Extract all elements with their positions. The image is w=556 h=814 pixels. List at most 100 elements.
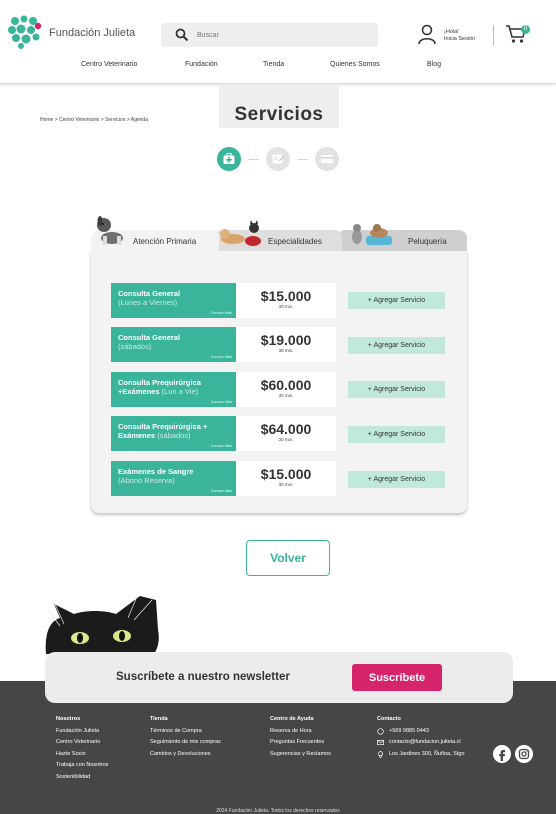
whatsapp-icon	[377, 728, 384, 735]
footer-link[interactable]: Trabaja con Nosotros	[56, 760, 108, 772]
service-price-box: $64.000 30 min.	[236, 416, 336, 451]
medical-bag-icon	[223, 153, 235, 164]
service-card: Consulta Prequirúrgica +Exámenes (Lun a …	[111, 372, 336, 407]
footer-col-ayuda: Centro de Ayuda Reserva de Hora Pregunta…	[270, 714, 331, 760]
footer-col-title: Nosotros	[56, 716, 81, 722]
contact-email-text: contacto@fundacion.julieta.cl	[389, 739, 461, 745]
search-bar[interactable]	[161, 23, 378, 47]
brand-name[interactable]: Fundación Julieta	[49, 27, 135, 39]
service-price-box: $19.000 30 min.	[236, 327, 336, 362]
nav-fundacion[interactable]: Fundación	[185, 61, 218, 68]
page-title: Servicios	[234, 104, 324, 125]
login-link[interactable]: ¡Hola! Inicia Sesión	[444, 29, 475, 43]
footer-link[interactable]: Seguimiento de mis compras	[150, 737, 221, 749]
tab-label: Atención Primaria	[133, 237, 197, 246]
service-title: Exámenes de Sangre	[118, 467, 194, 476]
credit-card-icon	[321, 155, 333, 163]
footer-link[interactable]: Hazte Socio	[56, 749, 108, 761]
nav-tienda[interactable]: Tienda	[263, 61, 284, 68]
footer-link[interactable]: Centro Veterinario	[56, 737, 108, 749]
subscribe-button[interactable]: Suscríbete	[352, 664, 442, 691]
service-price: $19.000	[260, 332, 312, 348]
edit-form-icon	[272, 154, 285, 164]
tab-label: Peluquería	[408, 237, 447, 246]
service-price: $15.000	[260, 288, 312, 304]
conoce-mas-link[interactable]: Conoce Más	[211, 444, 232, 448]
add-service-button[interactable]: + Agregar Servicio	[348, 381, 445, 398]
add-service-button[interactable]: + Agregar Servicio	[348, 426, 445, 443]
conoce-mas-link[interactable]: Conoce Más	[211, 489, 232, 493]
footer-link[interactable]: Cambios y Devoluciones	[150, 749, 221, 761]
nav-blog[interactable]: Blog	[427, 61, 441, 68]
service-title: Consulta General	[118, 289, 181, 298]
nav-quienes-somos[interactable]: Quienes Somos	[330, 61, 380, 68]
breadcrumb[interactable]: Home > Centro Veterinario > Servicios > …	[40, 117, 148, 123]
footer-link[interactable]: Sugerencias y Reclamos	[270, 749, 331, 761]
footer-col-nosotros: Nosotros Fundación Julieta Centro Veteri…	[56, 714, 108, 783]
facebook-icon[interactable]	[493, 745, 511, 763]
service-subtitle: (Abono Reserva)	[118, 476, 175, 485]
nav-centro-veterinario[interactable]: Centro Veterinario	[81, 61, 137, 68]
contact-email[interactable]: contacto@fundacion.julieta.cl	[377, 737, 465, 749]
greeting-text: ¡Hola!	[444, 29, 459, 35]
service-price: $15.000	[260, 466, 312, 482]
service-name: Consulta General (sábados)	[118, 333, 234, 351]
step-form[interactable]	[266, 147, 290, 171]
footer-col-title: Contacto	[377, 716, 401, 722]
service-name: Consulta General (Lunes a Viernes)	[118, 289, 234, 307]
user-icon[interactable]	[417, 24, 437, 44]
conoce-mas-link[interactable]: Conoce Más	[211, 400, 232, 404]
service-info[interactable]: Consulta General (sábados) Conoce Más	[111, 327, 236, 362]
service-info[interactable]: Exámenes de Sangre (Abono Reserva) Conoce…	[111, 461, 236, 496]
service-duration: 30 min.	[278, 393, 294, 398]
contact-phone[interactable]: +569 9885 0443	[377, 726, 465, 738]
service-subtitle: (sábados)	[118, 342, 152, 351]
service-card: Consulta Prequirúrgica + Exámenes (sábad…	[111, 416, 336, 451]
service-duration: 30 min.	[278, 348, 294, 353]
service-info[interactable]: Consulta General (Lunes a Viernes) Conoce…	[111, 283, 236, 318]
footer-link[interactable]: Reserva de Hora	[270, 726, 331, 738]
dog-illustration	[97, 216, 123, 245]
login-text[interactable]: Inicia Sesión	[444, 36, 475, 43]
pets-illustration	[220, 220, 261, 246]
location-pin-icon	[378, 751, 383, 758]
footer-link[interactable]: Preguntas Frecuentes	[270, 737, 331, 749]
service-price-box: $60.000 30 min.	[236, 372, 336, 407]
service-subtitle: (sábados)	[157, 431, 191, 440]
service-name: Consulta Prequirúrgica +Exámenes (Lun a …	[118, 378, 234, 396]
add-service-button[interactable]: + Agregar Servicio	[348, 292, 445, 309]
page: Fundación Julieta ¡Hola! Inicia Sesión 0…	[0, 0, 556, 814]
step-payment[interactable]	[315, 147, 339, 171]
cart-count-badge: 0	[521, 25, 530, 34]
instagram-icon[interactable]	[515, 745, 533, 763]
search-input[interactable]	[197, 23, 367, 47]
service-card: Exámenes de Sangre (Abono Reserva) Conoce…	[111, 461, 336, 496]
footer-link[interactable]: Términos de Compra	[150, 726, 221, 738]
footer-link[interactable]: Sostenibilidad	[56, 772, 108, 784]
add-service-button[interactable]: + Agregar Servicio	[348, 471, 445, 488]
service-info[interactable]: Consulta Prequirúrgica + Exámenes (sábad…	[111, 416, 236, 451]
footer-link[interactable]: Fundación Julieta	[56, 726, 108, 738]
back-button[interactable]: Volver	[246, 540, 330, 576]
copyright-text: 2024 Fundación Julieta. Todos los derech…	[216, 808, 340, 814]
step-connector	[298, 159, 308, 160]
search-icon[interactable]	[175, 28, 189, 42]
add-service-button[interactable]: + Agregar Servicio	[348, 337, 445, 354]
header-divider	[493, 25, 494, 45]
conoce-mas-link[interactable]: Conoce Más	[211, 311, 232, 315]
contact-phone-text: +569 9885 0443	[389, 727, 429, 734]
contact-address-text: Los Jardines 300, Ñuñoa, Stgo	[389, 750, 465, 757]
site-header: Fundación Julieta ¡Hola! Inicia Sesión 0…	[0, 0, 556, 84]
service-duration: 30 min.	[278, 437, 294, 442]
service-info[interactable]: Consulta Prequirúrgica +Exámenes (Lun a …	[111, 372, 236, 407]
black-cat-illustration	[45, 593, 159, 654]
contact-address[interactable]: Los Jardines 300, Ñuñoa, Stgo	[377, 749, 465, 761]
step-services[interactable]	[217, 147, 241, 171]
mail-icon	[377, 740, 384, 746]
tab-label: Especialidades	[268, 237, 322, 246]
conoce-mas-link[interactable]: Conoce Más	[211, 355, 232, 359]
paw-hearts-logo-icon[interactable]	[7, 15, 43, 49]
service-subtitle: (Lun a Vie)	[161, 387, 199, 396]
service-name: Consulta Prequirúrgica + Exámenes (sábad…	[118, 422, 234, 440]
footer-col-title: Centro de Ayuda	[270, 716, 314, 722]
